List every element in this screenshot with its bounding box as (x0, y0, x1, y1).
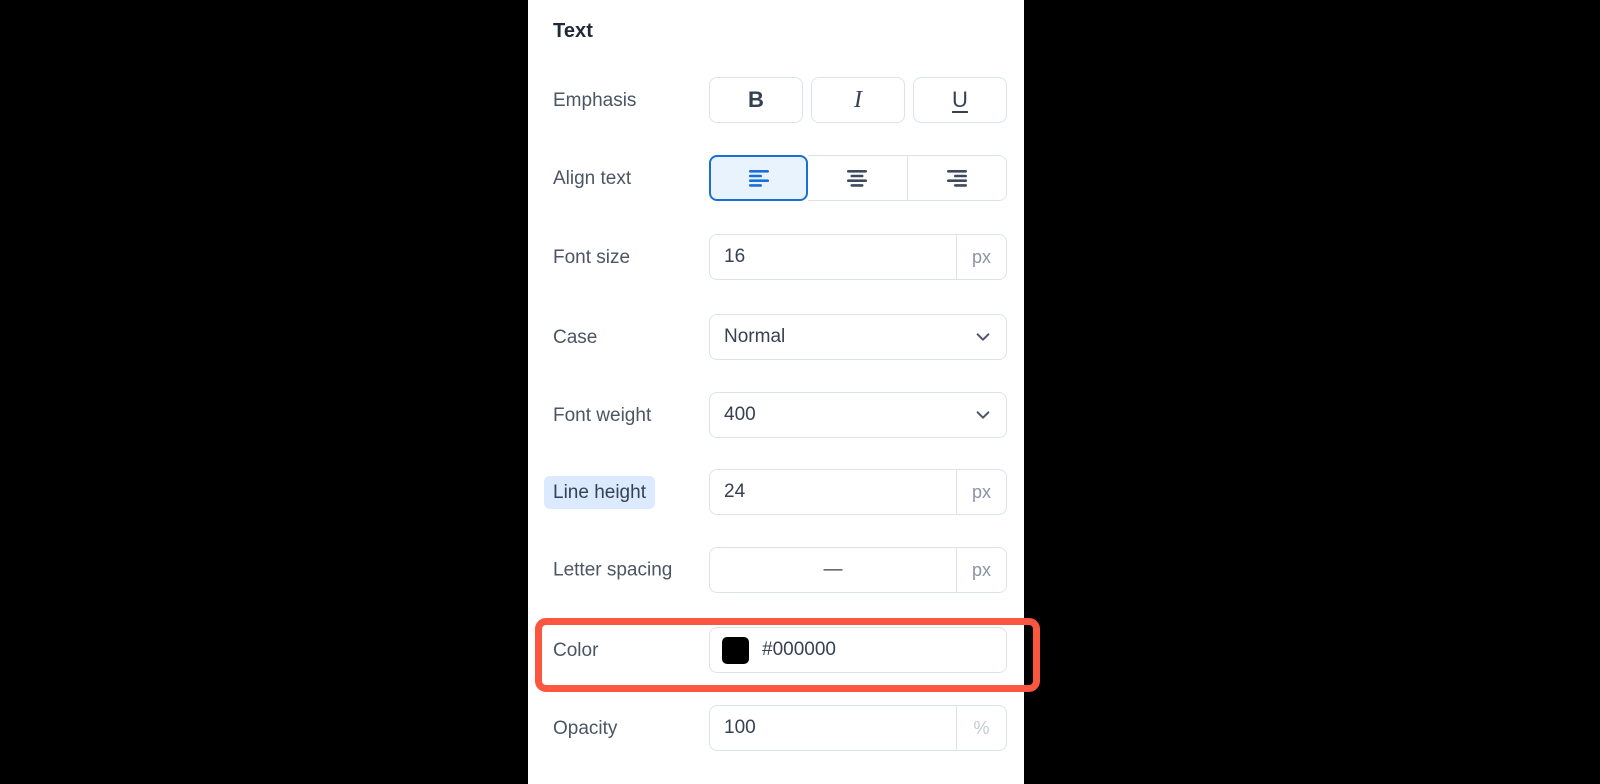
row-emphasis: Emphasis B I U (528, 74, 1024, 126)
screenshot-root: Text Emphasis B I U Align text Font size… (0, 0, 1600, 784)
row-font-size: Font size 16 px (528, 231, 1024, 283)
align-segmented-control (709, 155, 1007, 201)
line-height-control: 24 px (709, 469, 1007, 515)
line-height-input-wrap[interactable]: 24 px (709, 469, 1007, 515)
chevron-down-icon (976, 411, 990, 419)
label-letter-spacing: Letter spacing (553, 559, 673, 581)
opacity-input[interactable]: 100 (710, 706, 956, 750)
case-select[interactable]: Normal (709, 314, 1007, 360)
align-center-button[interactable] (808, 155, 908, 201)
row-align-text: Align text (528, 152, 1024, 204)
row-font-weight: Font weight 400 (528, 389, 1024, 441)
letter-spacing-input-wrap[interactable]: — px (709, 547, 1007, 593)
align-left-button[interactable] (709, 155, 809, 201)
font-size-input-wrap[interactable]: 16 px (709, 234, 1007, 280)
label-line-height: Line height (544, 475, 655, 509)
letter-spacing-unit: px (956, 548, 1006, 592)
italic-button[interactable]: I (811, 77, 905, 123)
font-size-unit: px (956, 235, 1006, 279)
label-line-height-wrap: Line height (544, 475, 703, 509)
case-control: Normal (709, 314, 1007, 360)
color-control: #000000 (709, 627, 1007, 673)
font-size-control: 16 px (709, 234, 1007, 280)
row-color: Color #000000 (528, 624, 1024, 676)
color-swatch[interactable] (722, 636, 749, 664)
letter-spacing-control: — px (709, 547, 1007, 593)
align-right-button[interactable] (907, 155, 1007, 201)
color-input-wrap[interactable]: #000000 (709, 627, 1007, 673)
opacity-control: 100 % (709, 705, 1007, 751)
font-weight-select[interactable]: 400 (709, 392, 1007, 438)
emphasis-button-group: B I U (709, 77, 1007, 123)
line-height-input[interactable]: 24 (710, 470, 956, 514)
align-center-icon (847, 170, 868, 187)
line-height-unit: px (956, 470, 1006, 514)
chevron-down-icon (976, 333, 990, 341)
font-weight-select-value: 400 (724, 404, 756, 425)
underline-button[interactable]: U (913, 77, 1007, 123)
bold-button[interactable]: B (709, 77, 803, 123)
text-settings-panel: Text Emphasis B I U Align text Font size… (528, 0, 1024, 784)
opacity-unit: % (956, 706, 1006, 750)
case-select-value: Normal (724, 326, 786, 347)
font-weight-control: 400 (709, 392, 1007, 438)
label-emphasis: Emphasis (553, 89, 637, 111)
row-case: Case Normal (528, 311, 1024, 363)
label-opacity: Opacity (553, 717, 618, 739)
letter-spacing-input[interactable]: — (710, 548, 956, 592)
opacity-input-wrap[interactable]: 100 % (709, 705, 1007, 751)
row-opacity: Opacity 100 % (528, 702, 1024, 754)
row-line-height: Line height 24 px (528, 466, 1024, 518)
font-size-input[interactable]: 16 (710, 235, 956, 279)
page-title: Text (553, 20, 594, 42)
align-right-icon (946, 170, 967, 187)
row-letter-spacing: Letter spacing — px (528, 544, 1024, 596)
label-color: Color (553, 639, 599, 661)
label-case: Case (553, 326, 598, 348)
label-font-weight: Font weight (553, 404, 652, 426)
label-align-text: Align text (553, 167, 632, 189)
color-value[interactable]: #000000 (762, 639, 836, 661)
label-font-size: Font size (553, 246, 631, 268)
align-left-icon (748, 170, 769, 187)
